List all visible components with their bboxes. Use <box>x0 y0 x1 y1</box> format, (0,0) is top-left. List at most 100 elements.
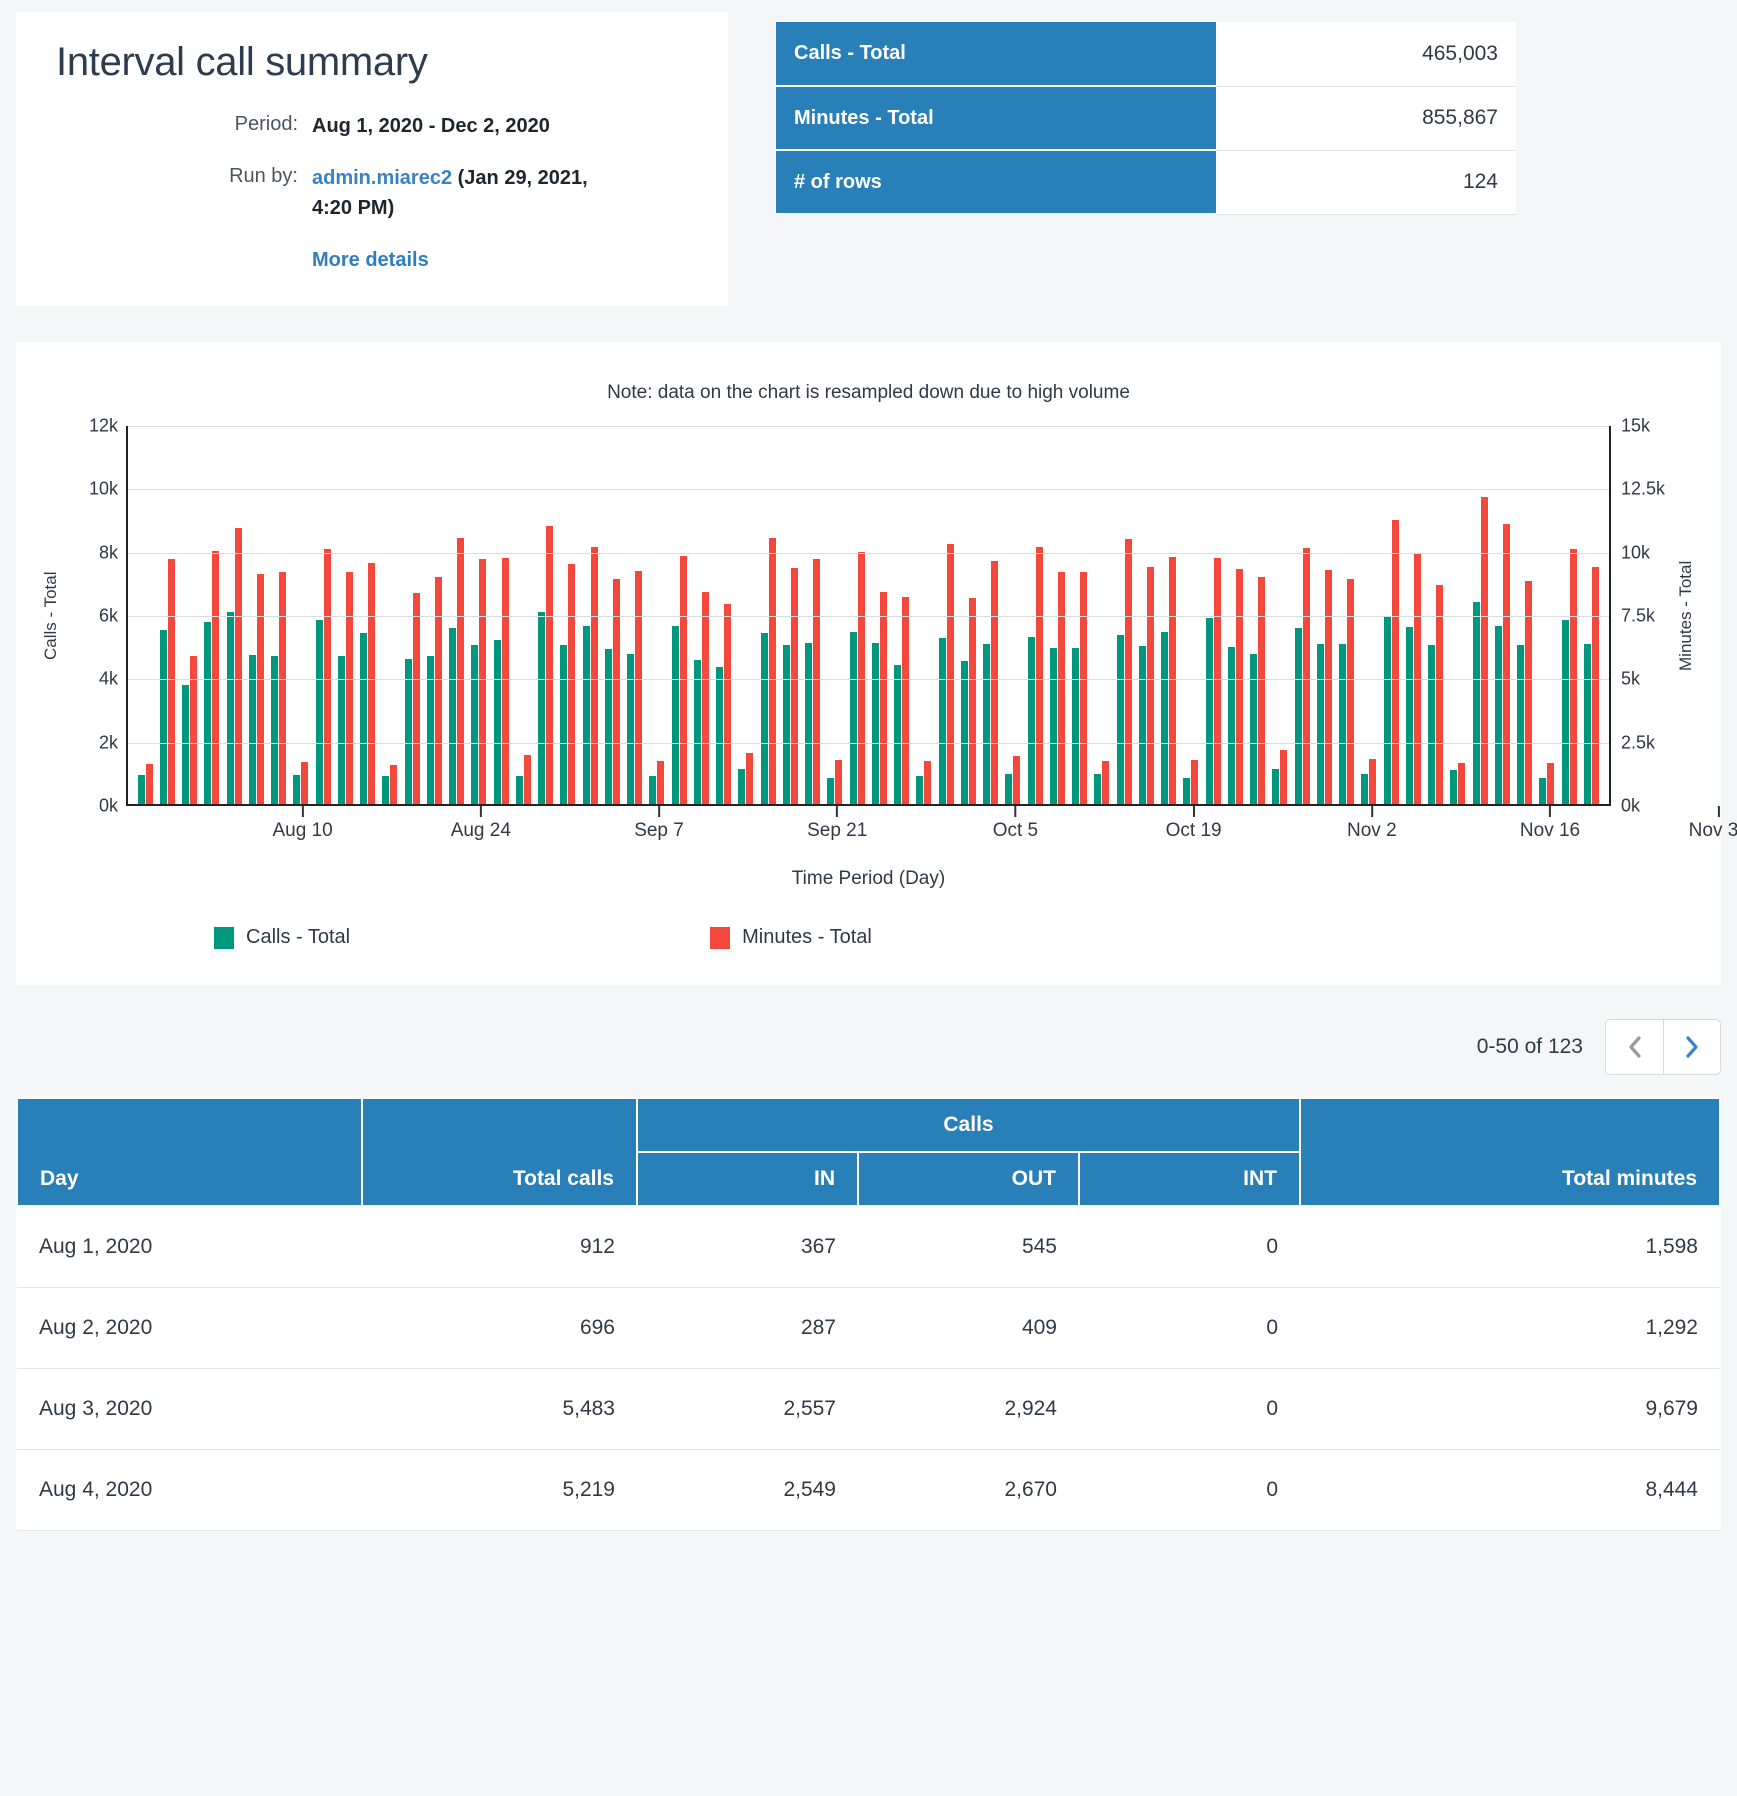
bar-calls-total[interactable] <box>894 664 902 804</box>
bar-minutes-total[interactable] <box>1235 568 1243 804</box>
bar-calls-total[interactable] <box>248 655 256 804</box>
chart-bar-group[interactable] <box>1269 426 1291 804</box>
bar-minutes-total[interactable] <box>523 755 531 804</box>
bar-calls-total[interactable] <box>1517 645 1525 804</box>
bar-minutes-total[interactable] <box>1035 547 1043 804</box>
bar-calls-total[interactable] <box>159 630 167 804</box>
bar-calls-total[interactable] <box>1561 620 1569 804</box>
bar-minutes-total[interactable] <box>279 572 287 804</box>
chart-bar-group[interactable] <box>1313 426 1335 804</box>
chart-bar-group[interactable] <box>401 426 423 804</box>
bar-calls-total[interactable] <box>337 655 345 804</box>
bar-minutes-total[interactable] <box>323 549 331 804</box>
chart-bar-group[interactable] <box>1291 426 1313 804</box>
legend-item-calls[interactable]: Calls - Total <box>214 926 350 949</box>
bar-calls-total[interactable] <box>315 619 323 804</box>
bar-minutes-total[interactable] <box>1547 762 1555 804</box>
bar-minutes-total[interactable] <box>1525 581 1533 804</box>
bar-calls-total[interactable] <box>1383 617 1391 804</box>
chart-bar-group[interactable] <box>757 426 779 804</box>
chart-bar-group[interactable] <box>423 426 445 804</box>
bar-minutes-total[interactable] <box>612 578 620 804</box>
bar-calls-total[interactable] <box>1361 774 1369 804</box>
bar-minutes-total[interactable] <box>145 763 153 804</box>
chart-bar-group[interactable] <box>690 426 712 804</box>
chart-bar-group[interactable] <box>446 426 468 804</box>
bar-calls-total[interactable] <box>1116 635 1124 804</box>
col-header-int[interactable]: INT <box>1078 1151 1301 1207</box>
bar-calls-total[interactable] <box>426 655 434 804</box>
bar-calls-total[interactable] <box>538 612 546 804</box>
bar-minutes-total[interactable] <box>546 525 554 804</box>
bar-calls-total[interactable] <box>916 775 924 804</box>
bar-minutes-total[interactable] <box>434 576 442 804</box>
chart-bar-group[interactable] <box>290 426 312 804</box>
bar-calls-total[interactable] <box>1138 646 1146 804</box>
bar-calls-total[interactable] <box>226 611 234 804</box>
chart-bar-group[interactable] <box>1536 426 1558 804</box>
bar-calls-total[interactable] <box>1272 769 1280 804</box>
bar-calls-total[interactable] <box>671 626 679 804</box>
bar-minutes-total[interactable] <box>1480 496 1488 804</box>
chart-bar-group[interactable] <box>1469 426 1491 804</box>
bar-minutes-total[interactable] <box>1258 576 1266 804</box>
bar-minutes-total[interactable] <box>1013 755 1021 804</box>
more-details-link[interactable]: More details <box>312 249 626 272</box>
chart-bar-group[interactable] <box>201 426 223 804</box>
bar-minutes-total[interactable] <box>879 592 887 804</box>
chart-bar-group[interactable] <box>245 426 267 804</box>
chart-bar-group[interactable] <box>1514 426 1536 804</box>
bar-calls-total[interactable] <box>1583 644 1591 804</box>
bar-calls-total[interactable] <box>182 685 190 804</box>
bar-minutes-total[interactable] <box>212 550 220 804</box>
bar-calls-total[interactable] <box>1027 636 1035 804</box>
bar-calls-total[interactable] <box>1094 774 1102 804</box>
bar-calls-total[interactable] <box>960 660 968 804</box>
bar-minutes-total[interactable] <box>835 759 843 804</box>
chart-bar-group[interactable] <box>1180 426 1202 804</box>
bar-minutes-total[interactable] <box>1191 760 1199 804</box>
chart-bar-group[interactable] <box>668 426 690 804</box>
chart-bar-group[interactable] <box>601 426 623 804</box>
chart-bar-group[interactable] <box>512 426 534 804</box>
bar-calls-total[interactable] <box>782 644 790 804</box>
bar-calls-total[interactable] <box>382 775 390 804</box>
chart-bar-group[interactable] <box>223 426 245 804</box>
chart-bar-group[interactable] <box>1402 426 1424 804</box>
bar-minutes-total[interactable] <box>457 538 465 804</box>
bar-minutes-total[interactable] <box>568 564 576 804</box>
chart-bar-group[interactable] <box>468 426 490 804</box>
bar-minutes-total[interactable] <box>1213 557 1221 804</box>
chart-bar-group[interactable] <box>1380 426 1402 804</box>
chart-bar-group[interactable] <box>868 426 890 804</box>
bar-calls-total[interactable] <box>449 627 457 804</box>
bar-minutes-total[interactable] <box>1347 578 1355 804</box>
legend-item-minutes[interactable]: Minutes - Total <box>710 926 872 949</box>
bar-calls-total[interactable] <box>582 626 590 804</box>
bar-calls-total[interactable] <box>604 649 612 804</box>
bar-calls-total[interactable] <box>1339 643 1347 804</box>
bar-minutes-total[interactable] <box>1146 567 1154 804</box>
bar-minutes-total[interactable] <box>635 571 643 804</box>
table-row[interactable]: Aug 3, 2020 5,483 2,557 2,924 0 9,679 <box>17 1368 1720 1450</box>
bar-minutes-total[interactable] <box>991 561 999 804</box>
bar-minutes-total[interactable] <box>968 598 976 804</box>
bar-calls-total[interactable] <box>1205 618 1213 804</box>
bar-calls-total[interactable] <box>1227 646 1235 804</box>
bar-calls-total[interactable] <box>515 776 523 804</box>
chart-bar-group[interactable] <box>1069 426 1091 804</box>
chart-bar-group[interactable] <box>379 426 401 804</box>
runby-user-link[interactable]: admin.miarec2 <box>312 167 452 189</box>
bar-calls-total[interactable] <box>1494 626 1502 804</box>
bar-calls-total[interactable] <box>204 621 212 804</box>
chart-bar-group[interactable] <box>268 426 290 804</box>
bar-minutes-total[interactable] <box>1280 749 1288 804</box>
bar-calls-total[interactable] <box>137 775 145 804</box>
bar-calls-total[interactable] <box>693 659 701 804</box>
col-header-day[interactable]: Day <box>16 1097 363 1207</box>
bar-minutes-total[interactable] <box>368 562 376 804</box>
chart-bar-group[interactable] <box>891 426 913 804</box>
chart-bar-group[interactable] <box>357 426 379 804</box>
chart-bar-group[interactable] <box>802 426 824 804</box>
bar-calls-total[interactable] <box>1072 648 1080 804</box>
